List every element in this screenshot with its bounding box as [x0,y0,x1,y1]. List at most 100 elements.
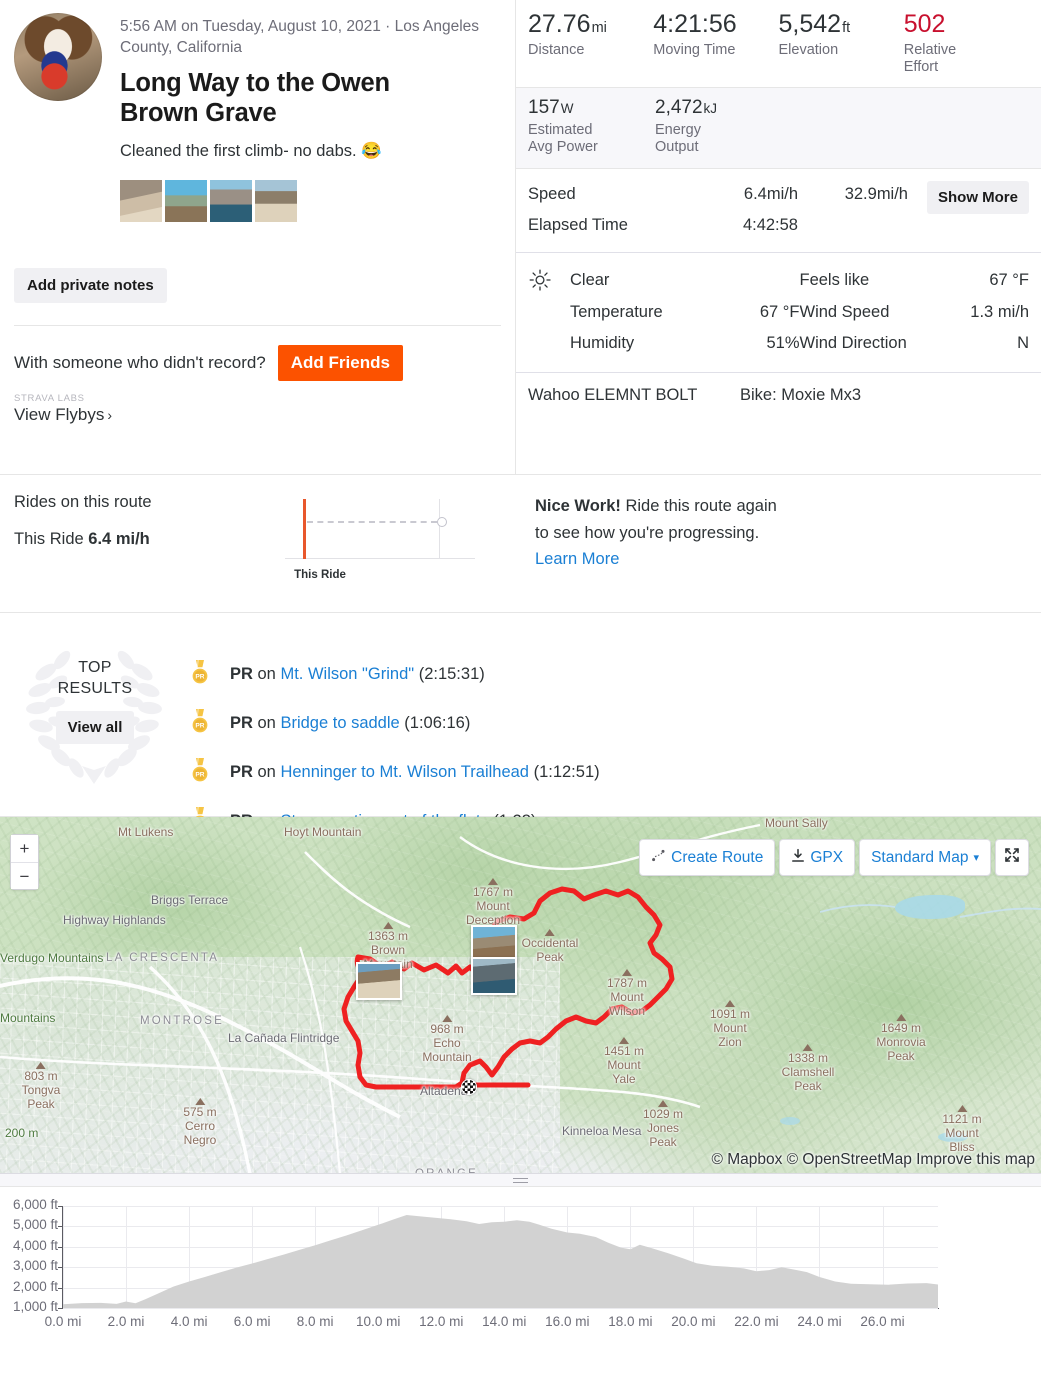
chart-x-tick-label: 0.0 mi [44,1314,82,1329]
avatar[interactable] [14,13,102,101]
map-peak-label: 1338 m Clamshell Peak [782,1044,834,1093]
activity-photo-thumbnail[interactable] [255,179,297,222]
download-icon [791,848,805,868]
table-row: Elapsed Time 4:42:58 [528,210,1029,241]
map-place-label: Briggs Terrace [151,893,229,907]
map-attribution-text[interactable]: © Mapbox © OpenStreetMap Improve this ma… [711,1151,1035,1168]
create-route-label: Create Route [671,848,764,866]
weather-feelslike-row: Feels like 67 °F [800,265,1030,296]
stat-distance-unit: mi [591,20,607,36]
weather-condition-value [792,265,800,296]
stat-elevation: 5,542ft Elevation [779,12,904,77]
elevation-area-series [63,1215,938,1308]
weather-windspeed-label: Wind Speed [799,302,890,321]
this-ride-bar [303,499,306,559]
show-more-button[interactable]: Show More [926,180,1029,214]
map-place-label: Mountains [0,1011,56,1025]
chart-y-tick-label: 5,000 ft [12,1217,58,1233]
route-comparison-labels: Rides on this route This Ride 6.4 mi/h [0,493,275,612]
stat-moving-time-label: Moving Time [653,42,736,58]
map-peak-label: 1091 m Mount Zion [710,1000,750,1049]
elevation-profile-chart[interactable]: 1,000 ft 2,000 ft 3,000 ft 4,000 ft 5,000 ft… [0,1174,1041,1342]
map-place-label: MONTROSE [140,1015,225,1027]
chart-x-tick-label: 16.0 mi [545,1314,590,1329]
stat-elapsed-time-label: Elapsed Time [528,215,628,234]
stat-elevation-value: 5,542 [778,10,842,38]
map-place-label: 200 m [5,1126,39,1140]
chart-x-tick-label: 10.0 mi [356,1314,401,1329]
activity-description: Cleaned the first climb- no dabs. 😂 [120,141,382,160]
pr-time: (1:12:51) [533,763,600,781]
map-peak-label: 1787 m Mount Wilson [607,969,647,1018]
fullscreen-button[interactable] [995,839,1029,876]
map-peak-label: 803 m Tongva Peak [22,1062,60,1111]
chart-y-tick-label: 4,000 ft [12,1237,58,1253]
activity-map[interactable]: + − Create Route GPX Standard Map ▾ Mt L… [0,817,1041,1174]
map-place-label: La Cañada Flintridge [228,1031,340,1045]
activity-photo-strip [120,179,480,222]
zoom-out-button[interactable]: − [11,862,38,889]
map-place-label: Mount Sally [765,817,828,830]
chart-x-axis [285,558,475,559]
stat-moving-time-value: 4:21:56 [653,10,737,38]
stat-elevation-unit: ft [842,20,851,36]
map-photo-marker[interactable] [471,957,517,995]
map-place-label: Verdugo Mountains [0,951,104,965]
create-route-button[interactable]: Create Route [639,839,776,876]
pr-segment-link[interactable]: Henninger to Mt. Wilson Trailhead [280,763,529,781]
weather-block: Clear Temperature 67 °F Humidity 51% Fee… [516,252,1041,372]
activity-photo-thumbnail[interactable] [165,179,207,222]
weather-windspeed-row: Wind Speed 1.3 mi/h [800,297,1030,328]
pr-list: PR PR on Mt. Wilson "Grind" (2:15:31) PR… [190,633,1041,831]
activity-header: 5:56 AM on Tuesday, August 10, 2021 · Lo… [0,0,515,222]
map-style-label: Standard Map [871,848,969,866]
weather-winddirection-row: Wind Direction N [800,328,1030,359]
activity-photo-thumbnail[interactable] [210,179,252,222]
stat-elevation-label: Elevation [778,42,839,58]
primary-stats-row: 27.76mi Distance 4:21:56 Moving Time 5,5… [516,0,1041,87]
stat-avg-power-label: Estimated Avg Power [528,121,598,156]
pr-text: PR on Bridge to saddle (1:06:16) [230,714,470,733]
chart-resize-handle[interactable] [0,1174,1041,1187]
download-gpx-button[interactable]: GPX [779,839,856,876]
weather-temperature-label: Temperature [570,302,663,321]
pr-segment-link[interactable]: Mt. Wilson "Grind" [280,665,414,683]
stat-avg-power: 157W Estimated Avg Power [528,98,655,157]
learn-more-link[interactable]: Learn More [535,550,619,568]
route-finish-marker[interactable] [461,1079,477,1095]
stat-avg-power-unit: W [560,100,574,116]
svg-text:PR: PR [195,772,204,779]
stat-energy-output-label: Energy Output [655,121,701,156]
weather-condition-label: Clear [570,271,610,290]
add-friends-button[interactable]: Add Friends [277,344,403,381]
stat-distance: 27.76mi Distance [528,12,653,77]
map-zoom-control[interactable]: + − [10,834,39,890]
chart-plot-area [63,1206,938,1309]
chart-x-tick-label: 24.0 mi [797,1314,842,1329]
map-photo-marker[interactable] [356,962,402,1000]
svg-text:PR: PR [195,674,204,681]
add-private-notes-button[interactable]: Add private notes [14,267,167,303]
weather-feelslike-label: Feels like [799,271,870,290]
chart-x-tick-label: 20.0 mi [671,1314,716,1329]
activity-photo-thumbnail[interactable] [120,179,162,222]
top-results-heading-line2: RESULTS [57,680,133,698]
strava-activity-page: 5:56 AM on Tuesday, August 10, 2021 · Lo… [0,0,1041,1378]
stat-elapsed-time-value: 4:42:58 [742,215,798,234]
zoom-in-button[interactable]: + [11,835,38,862]
map-style-select[interactable]: Standard Map ▾ [859,839,991,876]
stat-relative-effort[interactable]: 502 Relative Effort [904,12,1029,77]
view-flybys-label: View Flybys [14,404,105,424]
pr-segment-link[interactable]: Bridge to saddle [280,714,399,732]
weather-left-column: Clear Temperature 67 °F Humidity 51% [570,265,800,359]
map-peak-label: 968 m Echo Mountain [422,1015,472,1064]
rides-on-route-heading: Rides on this route [14,493,152,511]
chart-dashed-connector [307,521,437,523]
bike-name[interactable]: Bike: Moxie Mx3 [740,386,861,405]
weather-condition-row: Clear [570,265,800,296]
map-place-label: Hoyt Mountain [284,825,362,839]
activity-stats-column: 27.76mi Distance 4:21:56 Moving Time 5,5… [515,0,1041,474]
view-flybys-link[interactable]: View Flybys › [14,405,112,425]
chart-x-tick-label: 12.0 mi [419,1314,464,1329]
view-all-button[interactable]: View all [55,711,135,745]
